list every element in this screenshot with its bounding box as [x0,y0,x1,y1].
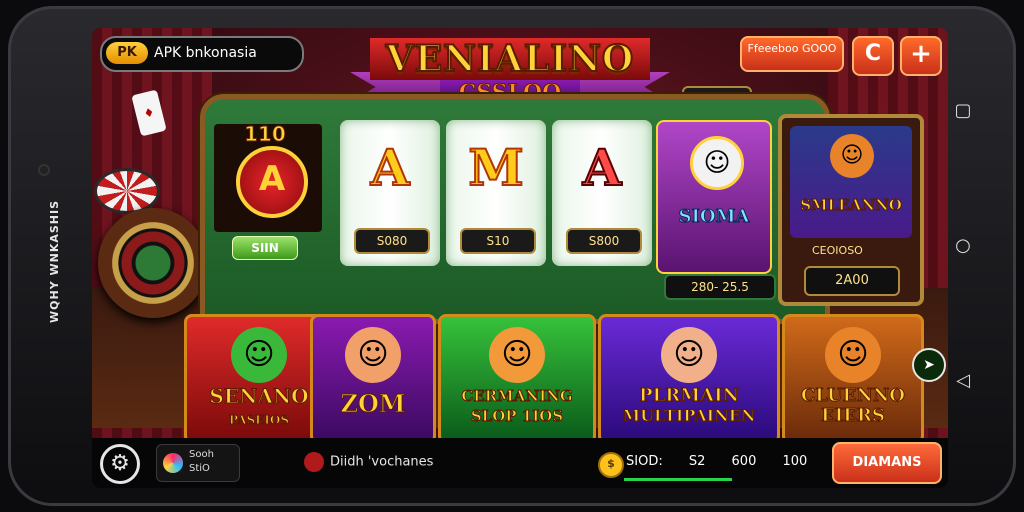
slot-reel[interactable]: A S800 [552,120,652,266]
game-screen: ♦ PK APK bnkonasia VENIALINO CSSLOO Ffee… [92,28,948,488]
home-icon[interactable]: ○ [948,231,978,261]
game-character-icon: ☺ [489,327,545,383]
slot-reel[interactable]: M S10 [446,120,546,266]
refresh-button[interactable]: C [852,36,894,76]
reel-value: S800 [566,228,642,254]
reel-value: S080 [354,228,430,254]
game-character-icon: ☺ [345,327,401,383]
chat-label: Diidh 'vochanes [330,454,434,470]
title-main: VENIALINO [370,37,650,81]
chat-icon [304,452,324,472]
balance-coin-icon: $ [598,452,624,478]
game-subtitle: MULTIPAINEN [622,406,756,425]
spin-button[interactable]: SIIN [232,236,298,260]
user-line-2: StiO [189,463,210,474]
roulette-wheel-icon [98,208,208,318]
mascot-character-icon: ☺ [690,136,744,190]
recent-apps-icon[interactable]: ▢ [948,96,978,126]
brand-name: APK bnkonasia [154,45,257,61]
bottom-bar: ⚙ Sooh StiO Diidh 'vochanes $ SIOD: S2 6… [92,438,948,488]
side-promo-value: 2A00 [804,266,900,296]
balance-item: 100 [782,454,808,469]
game-tile[interactable]: ☺ PLRMAIN MULTIPAINEN [598,314,780,444]
diamonds-button[interactable]: DIAMANS [832,442,942,484]
featured-tile-letter: A [236,146,308,218]
side-promo-card: ☺ SMLEANNO [790,126,912,238]
game-character-icon: ☺ [231,327,287,383]
reel-symbol: A [582,137,623,198]
balance-underline [624,478,732,481]
reel-value: S10 [460,228,536,254]
mascot-label: SIOMA [678,206,750,228]
score-display: 280- 25.5 [664,274,776,300]
brand-logo: PK [106,42,148,64]
game-subtitle: SLOP 1IOS [470,407,564,426]
game-tile[interactable]: ☺ CLUENNO EIERS [782,314,924,444]
avatar [163,453,183,473]
chat-button[interactable]: Diidh 'vochanes [304,452,433,472]
game-title: ZOM [340,389,406,418]
user-profile[interactable]: Sooh StiO [156,444,240,482]
balance-item: 600 [731,454,757,469]
next-arrow-icon[interactable]: ➤ [912,348,946,382]
device-side-label: WQHY WNKASHIS [48,199,61,323]
game-tile[interactable]: ☺ ZOM [310,314,436,444]
balance-item: SIOD: [626,454,663,469]
balance-item: S2 [688,454,706,469]
reel-symbol: M [467,137,524,198]
mascot-game-card[interactable]: ☺ SIOMA [656,120,772,274]
featured-game-tile[interactable]: 110 A [214,122,322,232]
side-promo-subtitle: CEOIOSO [812,244,863,257]
promo-button[interactable]: Ffeeeboo GOOO [740,36,844,72]
balance-row: SIOD: S2 600 100 [626,454,829,469]
reel-symbol: A [370,137,411,198]
featured-tile-number: 110 [244,122,287,147]
game-title: CERMANING [461,387,573,406]
game-character-icon: ☺ [825,327,881,383]
side-promo-title: SMLEANNO [800,196,903,215]
game-tile[interactable]: ☺ CERMANING SLOP 1IOS [438,314,596,444]
game-subtitle: EIERS [821,405,886,426]
fox-character-icon: ☺ [830,134,874,178]
back-icon[interactable]: ◁ [948,366,978,396]
brand-badge[interactable]: PK APK bnkonasia [100,36,304,72]
slot-reel[interactable]: A S080 [340,120,440,266]
front-camera [40,166,48,174]
game-title: CLUENNO [800,385,905,406]
game-character-icon: ☺ [661,327,717,383]
settings-gear-icon[interactable]: ⚙ [100,444,140,484]
game-title: PLRMAIN [639,385,740,406]
add-coins-button[interactable]: + [900,36,942,76]
user-line-1: Sooh [189,449,214,460]
side-promo-panel[interactable]: ☺ SMLEANNO CEOIOSO 2A00 [778,114,924,306]
android-nav-bar: ▢ ○ ◁ [948,96,978,396]
